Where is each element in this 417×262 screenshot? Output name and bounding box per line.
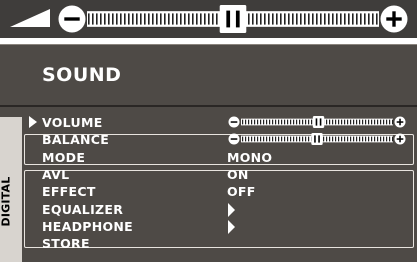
volume-slider[interactable]: [58, 5, 408, 33]
sound-menu: DIGITAL SOUND VOLUME BALANCE MODE MONO AVL ON…: [0, 44, 417, 262]
menu-item-label: EQUALIZER: [42, 202, 124, 217]
volume-wedge-icon: [10, 9, 50, 27]
minus-icon[interactable]: [228, 116, 240, 128]
volume-slider-graphic: [228, 116, 406, 128]
mode-value[interactable]: MONO: [227, 149, 272, 166]
balance-slider-thumb[interactable]: [311, 133, 323, 145]
menu-item-label: VOLUME: [42, 115, 103, 130]
menu-item-balance[interactable]: BALANCE: [42, 131, 412, 148]
menu-item-mode[interactable]: MODE MONO: [42, 149, 412, 166]
menu-title: SOUND: [42, 64, 122, 86]
menu-item-label: STORE: [42, 236, 90, 251]
plus-icon[interactable]: [394, 116, 406, 128]
triangle-right-icon[interactable]: [228, 203, 235, 217]
menu-item-volume[interactable]: VOLUME: [42, 114, 412, 131]
plus-icon[interactable]: [380, 5, 408, 33]
menu-item-headphone[interactable]: HEADPHONE: [42, 218, 412, 235]
minus-icon[interactable]: [58, 5, 86, 33]
balance-slider[interactable]: [228, 133, 406, 145]
volume-bar-graphic: [58, 5, 408, 33]
menu-divider: [0, 105, 417, 107]
minus-icon[interactable]: [228, 133, 240, 145]
menu-item-label: EFFECT: [42, 184, 96, 199]
menu-item-equalizer[interactable]: EQUALIZER: [42, 201, 412, 218]
triangle-right-icon[interactable]: [228, 220, 235, 234]
selection-cursor-icon: [29, 116, 37, 128]
volume-slider-thumb[interactable]: [312, 116, 325, 128]
menu-item-label: BALANCE: [42, 132, 110, 147]
menu-item-avl[interactable]: AVL ON: [42, 166, 412, 183]
volume-bar-thumb[interactable]: [219, 5, 247, 33]
menu-item-label: AVL: [42, 167, 70, 182]
volume-slider[interactable]: [228, 116, 406, 128]
menu-item-label: HEADPHONE: [42, 219, 133, 234]
menu-item-effect[interactable]: EFFECT OFF: [42, 183, 412, 200]
balance-slider-graphic: [228, 133, 406, 145]
plus-icon[interactable]: [394, 133, 406, 145]
avl-value[interactable]: ON: [227, 166, 249, 183]
effect-value[interactable]: OFF: [227, 183, 256, 200]
side-label: DIGITAL: [0, 176, 13, 227]
menu-item-label: MODE: [42, 150, 86, 165]
menu-item-store[interactable]: STORE: [42, 235, 412, 252]
volume-bar: [0, 0, 417, 38]
